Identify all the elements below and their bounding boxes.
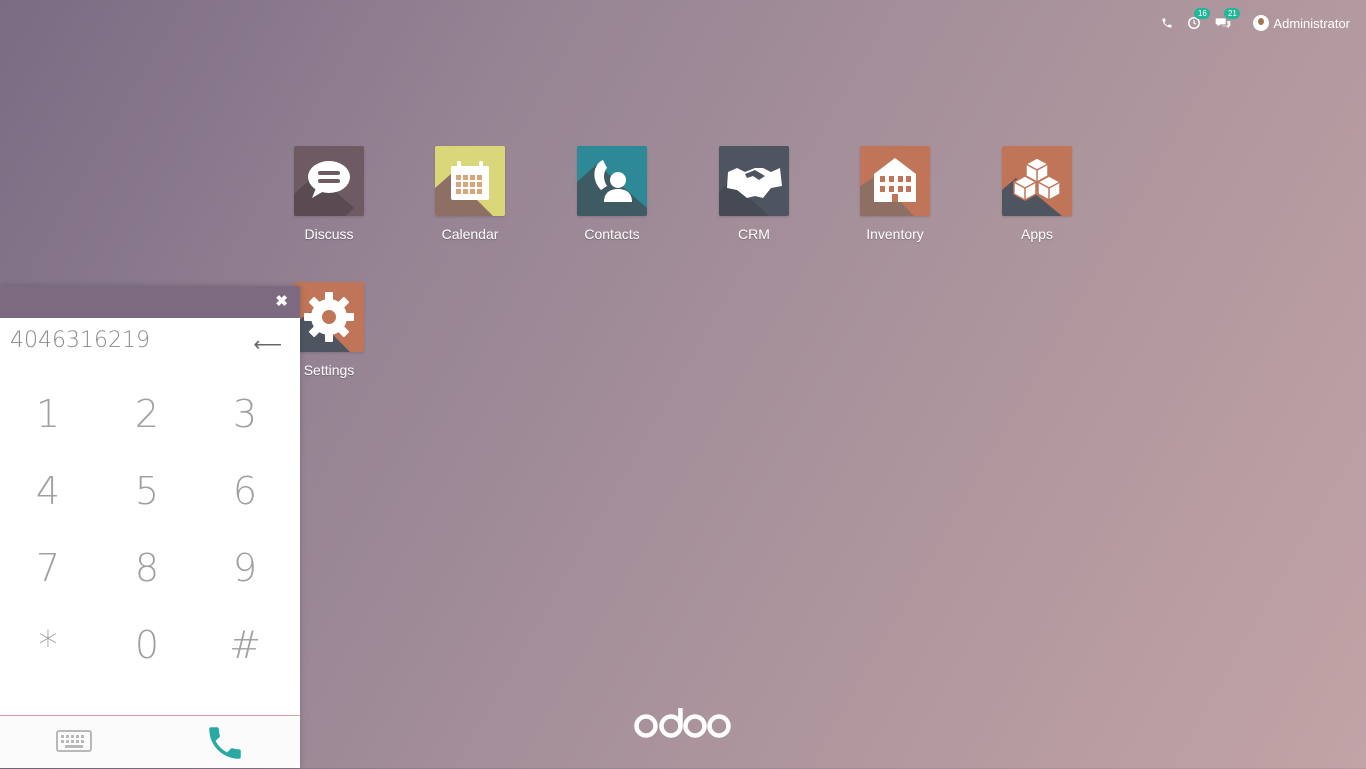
dialer-footer [0, 715, 300, 768]
number-row: ⟵ [0, 318, 300, 369]
app-discuss[interactable]: Discuss [269, 146, 389, 242]
voip-phone-button[interactable] [1161, 17, 1173, 29]
contacts-icon [577, 160, 647, 216]
activities-button[interactable]: 16 [1187, 8, 1211, 30]
app-tile [719, 146, 789, 216]
key-8[interactable]: 8 [107, 538, 187, 598]
app-label: Calendar [441, 226, 499, 242]
phone-icon [209, 727, 241, 759]
app-tile [1002, 146, 1072, 216]
app-calendar[interactable]: Calendar [410, 146, 530, 242]
key-2[interactable]: 2 [107, 384, 187, 444]
key-6[interactable]: 6 [205, 461, 285, 521]
key-3[interactable]: 3 [205, 384, 285, 444]
key-1[interactable]: 1 [8, 384, 88, 444]
avatar [1253, 15, 1270, 31]
activities-badge: 16 [1194, 8, 1211, 19]
phone-icon [1162, 18, 1172, 28]
app-tile [294, 282, 364, 352]
app-inventory[interactable]: Inventory [835, 146, 955, 242]
cubes-icon [1002, 157, 1062, 216]
building-icon [860, 158, 916, 216]
close-icon[interactable]: ✖ [275, 292, 288, 310]
app-tile [860, 146, 930, 216]
handshake-icon [719, 168, 782, 216]
app-label: Contacts [584, 226, 640, 242]
app-tile [294, 146, 364, 216]
odoo-logo [634, 706, 732, 745]
key-star[interactable]: * [8, 615, 88, 675]
key-5[interactable]: 5 [107, 461, 187, 521]
key-0[interactable]: 0 [107, 615, 187, 675]
app-tile [435, 146, 505, 216]
messages-button[interactable]: 21 [1215, 8, 1241, 30]
app-apps[interactable]: Apps [977, 146, 1097, 242]
phone-number-input[interactable] [10, 328, 240, 353]
backspace-icon[interactable]: ⟵ [253, 332, 282, 357]
logo-icon [634, 708, 731, 738]
app-label: CRM [738, 226, 770, 242]
key-9[interactable]: 9 [205, 538, 285, 598]
app-crm[interactable]: CRM [694, 146, 814, 242]
user-name: Administrator [1273, 15, 1350, 31]
key-4[interactable]: 4 [8, 461, 88, 521]
keypad-toggle-button[interactable] [56, 730, 92, 757]
dialer-header[interactable]: ✖ [0, 286, 300, 318]
key-hash[interactable]: # [205, 615, 285, 675]
call-button[interactable] [204, 722, 246, 769]
app-label: Apps [1021, 226, 1053, 242]
voip-dialer: ✖ ⟵ 1 2 3 4 5 6 7 8 9 * 0 # [0, 286, 300, 768]
gear-icon [294, 292, 354, 352]
key-7[interactable]: 7 [8, 538, 88, 598]
app-tile [577, 146, 647, 216]
systray: 16 21 Administrator [1161, 8, 1350, 36]
user-menu[interactable]: Administrator [1253, 15, 1350, 31]
app-label: Discuss [304, 226, 354, 242]
calendar-icon [435, 161, 493, 216]
app-label: Inventory [866, 226, 924, 242]
app-contacts[interactable]: Contacts [552, 146, 672, 242]
chat-bubble-icon [294, 161, 354, 216]
keyboard-icon [56, 730, 92, 752]
messages-badge: 21 [1224, 8, 1241, 19]
